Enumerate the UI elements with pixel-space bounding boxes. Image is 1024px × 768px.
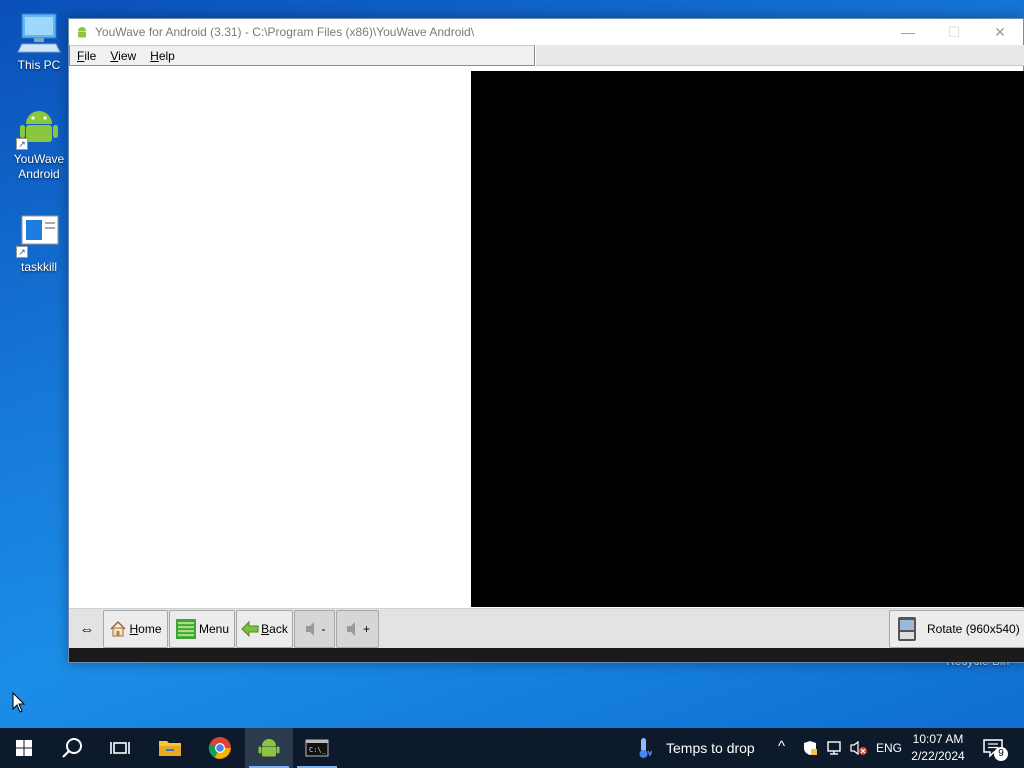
desktop-icon-label: This PC — [17, 58, 61, 72]
close-button[interactable]: ✕ — [977, 19, 1023, 45]
home-button[interactable]: Home — [103, 610, 168, 648]
search-button[interactable] — [48, 728, 96, 768]
windows-logo-icon — [16, 740, 32, 756]
menu-file[interactable]: File — [70, 49, 103, 63]
notification-center-button[interactable]: 9 — [982, 737, 1008, 761]
chrome-icon — [208, 737, 231, 759]
menu-help[interactable]: Help — [143, 49, 182, 63]
search-icon — [62, 738, 82, 758]
computer-icon — [16, 10, 62, 56]
taskbar: C:\_ Temps to drop ^ ENG 10:07 AM 2/22/2… — [0, 728, 1024, 768]
android-icon — [258, 739, 280, 757]
terminal-icon: C:\_ — [305, 739, 329, 757]
folder-icon — [159, 741, 181, 756]
chrome-button[interactable] — [196, 728, 244, 768]
window-title: YouWave for Android (3.31) - C:\Program … — [95, 25, 475, 39]
left-pane[interactable] — [69, 69, 471, 607]
thermometer-icon — [639, 738, 652, 758]
clock[interactable]: 10:07 AM 2/22/2024 — [906, 731, 970, 765]
window-app-icon: ↗ — [16, 212, 62, 258]
home-icon — [110, 620, 127, 637]
phone-rotate-icon — [898, 617, 916, 641]
back-button[interactable]: Back — [236, 610, 293, 648]
back-arrow-icon — [241, 621, 259, 637]
svg-text:C:\_: C:\_ — [309, 746, 327, 754]
menu-bar-filler — [536, 45, 1024, 66]
youwave-window: YouWave for Android (3.31) - C:\Program … — [68, 18, 1024, 663]
shortcut-arrow-icon: ↗ — [16, 138, 28, 150]
desktop-icon-youwave[interactable]: ↗ YouWave Android — [8, 104, 70, 182]
maximize-button[interactable]: ☐ — [931, 19, 977, 45]
content-area — [69, 69, 1024, 607]
android-screen[interactable] — [471, 71, 1024, 607]
desktop-icon-label: YouWave Android — [13, 152, 65, 181]
android-icon: ↗ — [16, 104, 62, 150]
youwave-taskbar-button[interactable] — [245, 728, 293, 768]
menu-bar: File View Help — [69, 45, 535, 66]
desktop-icon-this-pc[interactable]: This PC — [8, 10, 70, 73]
window-bottom-strip — [69, 648, 1024, 662]
weather-text[interactable]: Temps to drop — [666, 740, 755, 756]
network-icon[interactable] — [826, 740, 844, 756]
desktop-icon-label: taskkill — [20, 260, 57, 274]
desktop-icon-taskkill[interactable]: ↗ taskkill — [8, 212, 70, 275]
title-bar[interactable]: YouWave for Android (3.31) - C:\Program … — [69, 19, 1023, 45]
menu-button[interactable]: Menu — [169, 610, 235, 648]
mouse-cursor-icon — [12, 692, 26, 713]
notification-badge: 9 — [994, 747, 1008, 761]
command-prompt-button[interactable]: C:\_ — [293, 728, 341, 768]
shortcut-arrow-icon: ↗ — [16, 246, 28, 258]
expand-button[interactable]: ⇔ — [71, 610, 103, 648]
clock-date: 2/22/2024 — [911, 749, 965, 763]
volume-up-button[interactable]: + — [336, 610, 379, 648]
minimize-button[interactable]: — — [885, 19, 931, 45]
chevron-up-icon[interactable]: ^ — [778, 738, 785, 755]
speaker-icon — [346, 622, 355, 636]
menu-list-icon — [175, 619, 196, 639]
android-icon — [78, 27, 86, 38]
volume-muted-icon[interactable] — [850, 740, 868, 756]
language-indicator[interactable]: ENG — [876, 741, 902, 755]
volume-down-button[interactable]: - — [294, 610, 335, 648]
clock-time: 10:07 AM — [912, 732, 964, 746]
bottom-toolbar: ⇔ Home Menu Back - + Rotate (960x540) — [69, 608, 1024, 648]
file-explorer-button[interactable] — [146, 728, 194, 768]
speaker-icon — [305, 622, 314, 636]
menu-view[interactable]: View — [103, 49, 143, 63]
resize-arrows-icon: ⇔ — [79, 620, 95, 638]
task-view-icon — [110, 742, 130, 754]
weather-widget[interactable] — [624, 728, 664, 768]
start-button[interactable] — [0, 728, 48, 768]
shield-security-icon[interactable] — [802, 740, 818, 756]
task-view-button[interactable] — [96, 728, 144, 768]
rotate-button[interactable]: Rotate (960x540) — [889, 610, 1024, 648]
